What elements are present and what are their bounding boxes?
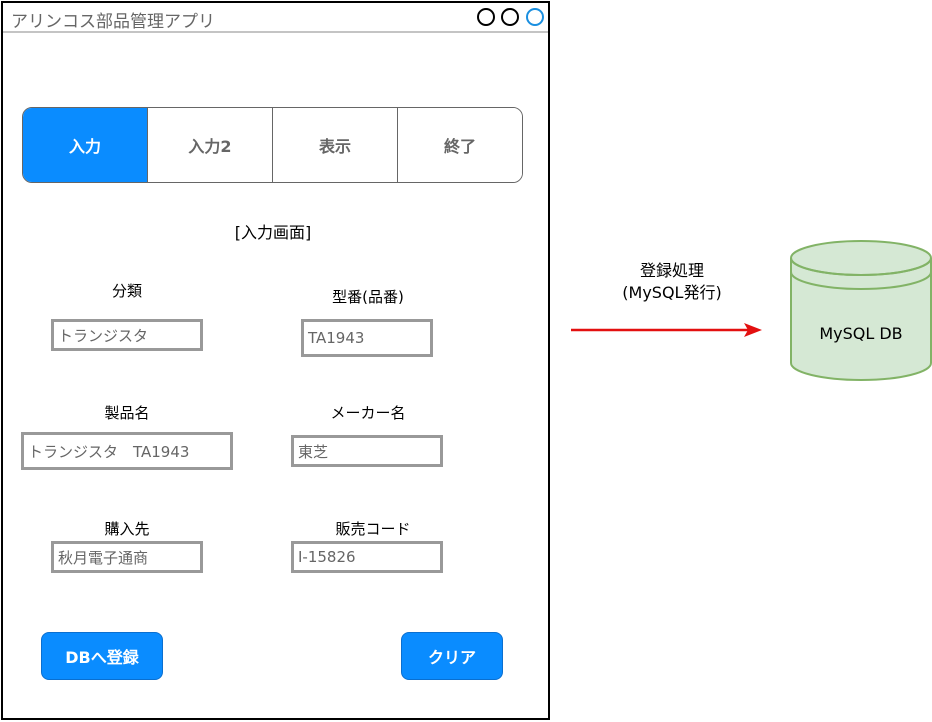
supplier-field[interactable]: 秋月電子通商: [51, 541, 203, 573]
flow-label-line2: (MySQL発行): [622, 283, 722, 302]
screen-title: [入力画面]: [234, 223, 312, 242]
title-bar: アリンコス部品管理アプリ: [3, 3, 548, 33]
database-cylinder-icon: [790, 240, 932, 381]
tab-input[interactable]: 入力: [23, 108, 147, 182]
window-title: アリンコス部品管理アプリ: [11, 12, 215, 32]
model-field[interactable]: TA1943: [301, 319, 433, 357]
category-field[interactable]: トランジスタ: [51, 319, 203, 351]
minimize-button[interactable]: [477, 8, 495, 26]
model-label: 型番(品番): [332, 288, 404, 306]
supplier-label: 購入先: [104, 520, 150, 538]
db-body: [790, 258, 932, 381]
maker-label: メーカー名: [330, 404, 406, 422]
register-db-button[interactable]: DBへ登録: [41, 632, 163, 680]
product-label: 製品名: [104, 404, 150, 422]
sales-code-label: 販売コード: [335, 520, 411, 538]
maker-field[interactable]: 東芝: [291, 435, 443, 467]
flow-arrow: [571, 323, 762, 337]
tab-exit[interactable]: 終了: [397, 108, 522, 182]
sales-code-field[interactable]: I-15826: [291, 541, 443, 573]
category-label: 分類: [111, 282, 142, 300]
flow-label: 登録処理 (MySQL発行): [592, 260, 752, 304]
db-label: MySQL DB: [819, 324, 903, 343]
clear-button[interactable]: クリア: [401, 632, 503, 680]
app-window: アリンコス部品管理アプリ 入力 入力2 表示 終了 [入力画面] 分類 トランジ…: [1, 1, 550, 720]
tab-input2[interactable]: 入力2: [147, 108, 272, 182]
tab-bar: 入力 入力2 表示 終了: [22, 107, 523, 183]
flow-label-line1: 登録処理: [639, 261, 704, 280]
tab-display[interactable]: 表示: [272, 108, 397, 182]
product-field[interactable]: トランジスタ TA1943: [21, 432, 233, 470]
close-button[interactable]: [526, 8, 544, 26]
maximize-button[interactable]: [501, 8, 519, 26]
